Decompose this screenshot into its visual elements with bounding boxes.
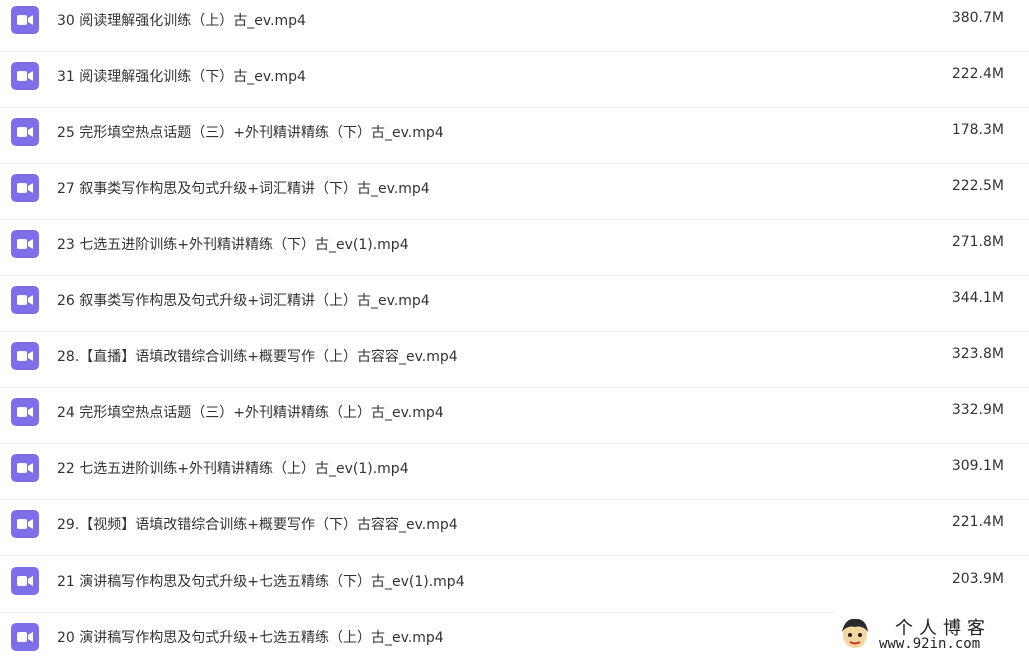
video-file-icon (11, 230, 39, 258)
file-size: 221.4M (951, 514, 1004, 530)
video-file-icon (11, 6, 39, 34)
file-name: 27 叙事类写作构思及句式升级+词汇精讲（下）古_ev.mp4 (57, 181, 430, 197)
file-row[interactable]: 22 七选五进阶训练+外刊精讲精练（上）古_ev(1).mp4 309.1M (0, 444, 1029, 500)
file-name: 31 阅读理解强化训练（下）古_ev.mp4 (57, 69, 306, 85)
file-name: 22 七选五进阶训练+外刊精讲精练（上）古_ev(1).mp4 (57, 461, 409, 477)
video-file-icon (11, 567, 39, 595)
file-row[interactable]: 29.【视频】语填改错综合训练+概要写作（下）古容容_ev.mp4 221.4M (0, 500, 1029, 556)
video-file-icon (11, 342, 39, 370)
file-size: 271.8M (951, 234, 1004, 250)
file-row[interactable]: 24 完形填空热点话题（三）+外刊精讲精练（上）古_ev.mp4 332.9M (0, 388, 1029, 444)
file-row[interactable]: 23 七选五进阶训练+外刊精讲精练（下）古_ev(1).mp4 271.8M (0, 220, 1029, 276)
file-row[interactable]: 31 阅读理解强化训练（下）古_ev.mp4 222.4M (0, 52, 1029, 108)
video-file-icon (11, 623, 39, 651)
file-row[interactable]: 25 完形填空热点话题（三）+外刊精讲精练（下）古_ev.mp4 178.3M (0, 108, 1029, 164)
file-size: 309.1M (951, 458, 1004, 474)
file-size: 323.8M (951, 346, 1004, 362)
file-row[interactable]: 30 阅读理解强化训练（上）古_ev.mp4 380.7M (0, 0, 1029, 52)
file-name: 26 叙事类写作构思及句式升级+词汇精讲（上）古_ev.mp4 (57, 293, 430, 309)
cartoon-avatar-icon (837, 615, 873, 651)
file-name: 20 演讲稿写作构思及句式升级+七选五精练（上）古_ev.mp4 (57, 630, 444, 646)
watermark-url: www.92in.com (879, 636, 981, 652)
file-row[interactable]: 28.【直播】语填改错综合训练+概要写作（上）古容容_ev.mp4 323.8M (0, 332, 1029, 388)
file-size: 222.5M (951, 178, 1004, 194)
video-file-icon (11, 62, 39, 90)
file-name: 23 七选五进阶训练+外刊精讲精练（下）古_ev(1).mp4 (57, 237, 409, 253)
file-row[interactable]: 27 叙事类写作构思及句式升级+词汇精讲（下）古_ev.mp4 222.5M (0, 164, 1029, 220)
file-size: 380.7M (951, 10, 1004, 26)
video-file-icon (11, 398, 39, 426)
file-name: 29.【视频】语填改错综合训练+概要写作（下）古容容_ev.mp4 (57, 517, 458, 533)
file-size: 178.3M (951, 122, 1004, 138)
file-size: 344.1M (951, 290, 1004, 306)
video-file-icon (11, 118, 39, 146)
video-file-icon (11, 510, 39, 538)
file-name: 28.【直播】语填改错综合训练+概要写作（上）古容容_ev.mp4 (57, 349, 458, 365)
file-list: 30 阅读理解强化训练（上）古_ev.mp4 380.7M 31 阅读理解强化训… (0, 0, 1029, 656)
file-name: 25 完形填空热点话题（三）+外刊精讲精练（下）古_ev.mp4 (57, 125, 444, 141)
file-name: 30 阅读理解强化训练（上）古_ev.mp4 (57, 13, 306, 29)
file-name: 24 完形填空热点话题（三）+外刊精讲精练（上）古_ev.mp4 (57, 405, 444, 421)
video-file-icon (11, 286, 39, 314)
blog-watermark: 个人博客 www.92in.com (833, 611, 1029, 656)
file-row[interactable]: 21 演讲稿写作构思及句式升级+七选五精练（下）古_ev(1).mp4 203.… (0, 557, 1029, 613)
file-size: 222.4M (951, 66, 1004, 82)
file-row[interactable]: 26 叙事类写作构思及句式升级+词汇精讲（上）古_ev.mp4 344.1M (0, 276, 1029, 332)
file-name: 21 演讲稿写作构思及句式升级+七选五精练（下）古_ev(1).mp4 (57, 574, 465, 590)
file-size: 203.9M (951, 571, 1004, 587)
video-file-icon (11, 454, 39, 482)
file-size: 332.9M (951, 402, 1004, 418)
video-file-icon (11, 174, 39, 202)
